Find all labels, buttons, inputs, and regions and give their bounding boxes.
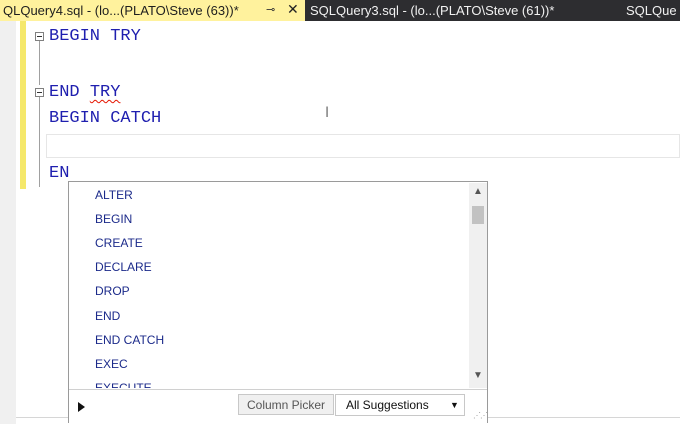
document-tab-strip: QLQuery4.sql - (lo...(PLATO\Steve (63))*… <box>0 0 680 21</box>
pin-icon[interactable]: ⊸ <box>266 0 275 21</box>
query-editor[interactable]: BEGIN TRY END TRY BEGIN CATCH EN I ALTER… <box>0 21 680 424</box>
code-line-begin-try: BEGIN TRY <box>49 27 141 46</box>
code-line-begin-catch: BEGIN CATCH <box>49 109 162 128</box>
all-suggestions-dropdown[interactable]: All Suggestions ▼ <box>335 394 465 416</box>
code-token-end: END <box>49 83 90 102</box>
resize-grip-icon[interactable]: ⋰⋰ <box>473 411 488 420</box>
fold-guide-line <box>39 97 40 187</box>
list-item[interactable]: DROP <box>95 279 130 303</box>
text-cursor-icon: I <box>325 105 330 121</box>
editor-margin <box>0 21 16 424</box>
list-item[interactable]: EXEC <box>95 352 128 376</box>
current-line-highlight[interactable] <box>46 134 680 158</box>
list-item[interactable]: END CATCH <box>95 328 164 352</box>
play-icon[interactable] <box>78 402 85 412</box>
scroll-down-icon[interactable]: ▼ <box>469 370 487 381</box>
code-token-try-error: TRY <box>89 83 121 102</box>
dropdown-label: All Suggestions <box>346 398 429 412</box>
code-line-end-try: END TRY <box>49 83 120 103</box>
tab-sqlquery4[interactable]: QLQuery4.sql - (lo...(PLATO\Steve (63))*… <box>0 0 305 21</box>
scroll-up-icon[interactable]: ▲ <box>469 186 487 197</box>
change-tracking-bar <box>20 21 26 189</box>
tab-label: QLQuery4.sql - (lo...(PLATO\Steve (63))* <box>3 3 239 18</box>
tab-label: SQLQuery3.sql - (lo...(PLATO\Steve (61))… <box>310 3 555 18</box>
tab-sqlquery3[interactable]: SQLQuery3.sql - (lo...(PLATO\Steve (61))… <box>305 0 623 21</box>
suggestion-list[interactable]: ALTER BEGIN CREATE DECLARE DROP END END … <box>69 182 467 388</box>
list-item[interactable]: BEGIN <box>95 207 132 231</box>
tab-sqlquery-overflow[interactable]: SQLQue <box>623 0 680 21</box>
fold-guide-line <box>39 41 40 85</box>
list-item[interactable]: END <box>95 304 120 328</box>
fold-collapse-icon[interactable] <box>35 32 44 41</box>
list-item[interactable]: EXECUTE <box>95 376 152 388</box>
tab-label: SQLQue <box>626 3 677 18</box>
close-icon[interactable]: ✕ <box>287 0 299 20</box>
code-line-end-catch-partial: EN <box>49 164 70 183</box>
intellisense-popup[interactable]: ALTER BEGIN CREATE DECLARE DROP END END … <box>68 181 488 423</box>
list-item[interactable]: DECLARE <box>95 255 152 279</box>
fold-collapse-icon[interactable] <box>35 88 44 97</box>
list-item[interactable]: CREATE <box>95 231 143 255</box>
list-item[interactable]: ALTER <box>95 183 133 207</box>
popup-footer: Column Picker All Suggestions ▼ ⋰⋰ <box>69 389 488 423</box>
chevron-down-icon: ▼ <box>450 400 459 410</box>
scrollbar-thumb[interactable] <box>472 206 484 224</box>
column-picker-button[interactable]: Column Picker <box>238 394 334 415</box>
